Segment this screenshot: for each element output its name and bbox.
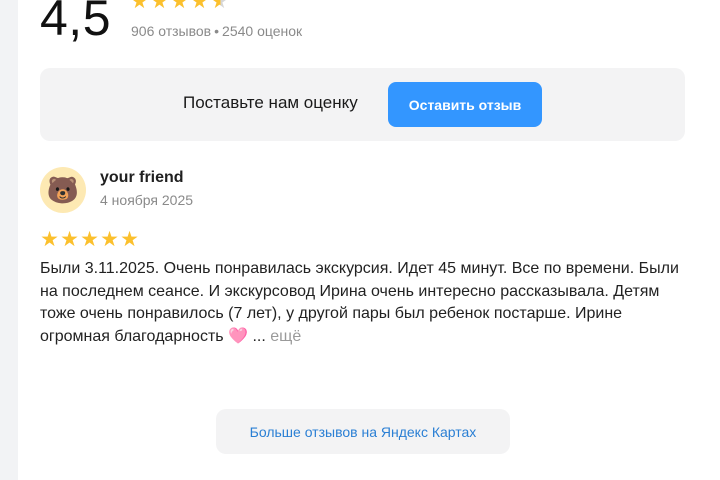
review-text: Были 3.11.2025. Очень понравилась экскур… <box>40 258 680 348</box>
heart-icon: 🩷 <box>228 327 248 345</box>
rate-us-panel: Поставьте нам оценку Оставить отзыв <box>40 68 685 141</box>
review-stars: ★ ★ ★ ★ ★ <box>40 229 139 251</box>
star-icon: ★ <box>120 228 139 251</box>
star-icon: ★ <box>190 0 209 13</box>
more-reviews-button[interactable]: Больше отзывов на Яндекс Картах <box>216 409 510 454</box>
star-icon: ★ <box>80 228 99 251</box>
half-star-icon: ★ <box>210 0 229 12</box>
star-icon: ★ <box>150 0 169 13</box>
review-date: 4 ноября 2025 <box>100 192 194 208</box>
star-icon: ★ <box>60 228 79 251</box>
avatar[interactable]: 🐻 <box>40 167 86 213</box>
star-icon: ★ <box>170 0 189 13</box>
review-ellipsis: ... <box>252 327 266 345</box>
meta-separator: • <box>214 23 220 39</box>
rating-stars: ★ ★ ★ ★ ★ <box>130 0 229 12</box>
rating-value: 4,5 <box>40 0 112 46</box>
rating-counts: 906 отзывов • 2540 оценок <box>131 23 302 39</box>
reviews-count: 906 отзывов <box>131 23 212 39</box>
reviews-card: 4,5 ★ ★ ★ ★ ★ 906 отзывов • 2540 оценок По… <box>18 0 720 480</box>
review-author[interactable]: your friend <box>100 169 184 187</box>
star-icon: ★ <box>130 0 149 13</box>
review-body: Были 3.11.2025. Очень понравилась экскур… <box>40 260 679 345</box>
bear-icon: 🐻 <box>46 174 80 205</box>
rate-us-prompt: Поставьте нам оценку <box>183 93 358 112</box>
star-icon: ★ <box>100 228 119 251</box>
leave-review-button[interactable]: Оставить отзыв <box>388 82 542 127</box>
ratings-count: 2540 оценок <box>222 23 303 39</box>
star-icon: ★ <box>40 228 59 251</box>
read-more-link[interactable]: ещё <box>270 328 301 345</box>
